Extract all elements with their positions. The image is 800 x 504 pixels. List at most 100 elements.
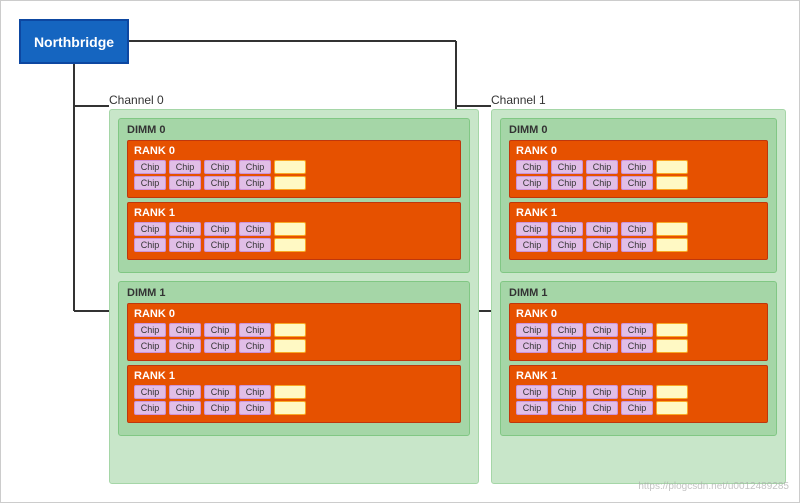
- channel1-dimm0-label: DIMM 0: [509, 124, 768, 136]
- chip: Chip: [169, 339, 201, 353]
- chip: Chip: [134, 339, 166, 353]
- channel1-dimm0: DIMM 0 RANK 0 Chip Chip Chip Chip Chip C…: [500, 118, 777, 273]
- northbridge-label: Northbridge: [34, 34, 114, 50]
- channel1-dimm1: DIMM 1 RANK 0 Chip Chip Chip Chip Chip C…: [500, 281, 777, 436]
- chip-yellow: [274, 238, 306, 252]
- chip-row: Chip Chip Chip Chip: [516, 222, 761, 236]
- chip: Chip: [586, 222, 618, 236]
- chip: Chip: [551, 323, 583, 337]
- channel0-dimm1-rank0: RANK 0 Chip Chip Chip Chip Chip Chip Chi…: [127, 303, 461, 361]
- chip: Chip: [621, 222, 653, 236]
- chip: Chip: [204, 222, 236, 236]
- chip: Chip: [516, 323, 548, 337]
- chip: Chip: [204, 323, 236, 337]
- channel1-label: Channel 1: [491, 93, 546, 107]
- chip: Chip: [621, 176, 653, 190]
- chip: Chip: [204, 339, 236, 353]
- chip-yellow: [274, 339, 306, 353]
- channel1-container: DIMM 0 RANK 0 Chip Chip Chip Chip Chip C…: [491, 109, 786, 484]
- chip: Chip: [551, 160, 583, 174]
- channel0-dimm0-rank0: RANK 0 Chip Chip Chip Chip Chip Chip Chi…: [127, 140, 461, 198]
- chip-row: Chip Chip Chip Chip: [134, 339, 454, 353]
- chip-row: Chip Chip Chip Chip: [134, 160, 454, 174]
- chip: Chip: [169, 176, 201, 190]
- channel0-container: DIMM 0 RANK 0 Chip Chip Chip Chip Chip C…: [109, 109, 479, 484]
- channel1-dimm1-rank0-label: RANK 0: [516, 308, 761, 320]
- chip-row: Chip Chip Chip Chip: [134, 176, 454, 190]
- channel0-label: Channel 0: [109, 93, 164, 107]
- chip: Chip: [239, 222, 271, 236]
- channel1-dimm0-rank0-label: RANK 0: [516, 145, 761, 157]
- chip: Chip: [586, 339, 618, 353]
- chip-yellow: [656, 385, 688, 399]
- main-container: Northbridge Channel 0 DIMM 0 RANK 0 Chip: [0, 0, 800, 503]
- chip: Chip: [239, 339, 271, 353]
- chip-yellow: [656, 401, 688, 415]
- channel0-dimm0-rank0-label: RANK 0: [134, 145, 454, 157]
- chip: Chip: [586, 323, 618, 337]
- chip: Chip: [516, 160, 548, 174]
- chip: Chip: [239, 238, 271, 252]
- chip: Chip: [134, 238, 166, 252]
- channel1-dimm0-rank1: RANK 1 Chip Chip Chip Chip Chip Chip Chi…: [509, 202, 768, 260]
- chip: Chip: [204, 176, 236, 190]
- chip: Chip: [204, 385, 236, 399]
- chip: Chip: [586, 176, 618, 190]
- chip: Chip: [134, 323, 166, 337]
- chip: Chip: [551, 385, 583, 399]
- chip: Chip: [551, 222, 583, 236]
- chip: Chip: [239, 323, 271, 337]
- chip-yellow: [274, 160, 306, 174]
- chip-row: Chip Chip Chip Chip: [516, 160, 761, 174]
- chip-yellow: [274, 222, 306, 236]
- chip: Chip: [621, 238, 653, 252]
- chip: Chip: [586, 238, 618, 252]
- chip: Chip: [621, 385, 653, 399]
- chip: Chip: [134, 160, 166, 174]
- chip: Chip: [621, 323, 653, 337]
- chip: Chip: [551, 238, 583, 252]
- channel1-dimm1-rank0: RANK 0 Chip Chip Chip Chip Chip Chip Chi…: [509, 303, 768, 361]
- chip: Chip: [551, 339, 583, 353]
- chip: Chip: [621, 401, 653, 415]
- chip: Chip: [204, 401, 236, 415]
- channel0-dimm1-rank0-label: RANK 0: [134, 308, 454, 320]
- channel0-dimm1-rank1-label: RANK 1: [134, 370, 454, 382]
- chip: Chip: [586, 401, 618, 415]
- chip: Chip: [204, 160, 236, 174]
- chip-row: Chip Chip Chip Chip: [134, 401, 454, 415]
- chip: Chip: [586, 160, 618, 174]
- chip: Chip: [134, 222, 166, 236]
- chip: Chip: [239, 385, 271, 399]
- channel0-dimm1: DIMM 1 RANK 0 Chip Chip Chip Chip Chip C…: [118, 281, 470, 436]
- chip-row: Chip Chip Chip Chip: [516, 385, 761, 399]
- chip: Chip: [134, 385, 166, 399]
- channel1-dimm1-label: DIMM 1: [509, 287, 768, 299]
- chip: Chip: [621, 339, 653, 353]
- chip-yellow: [656, 238, 688, 252]
- chip: Chip: [204, 238, 236, 252]
- chip: Chip: [169, 222, 201, 236]
- chip: Chip: [169, 385, 201, 399]
- chip: Chip: [516, 238, 548, 252]
- channel1-dimm0-rank1-label: RANK 1: [516, 207, 761, 219]
- chip: Chip: [551, 401, 583, 415]
- chip-yellow: [274, 401, 306, 415]
- chip: Chip: [134, 401, 166, 415]
- chip-yellow: [274, 385, 306, 399]
- channel0-dimm1-label: DIMM 1: [127, 287, 461, 299]
- chip-row: Chip Chip Chip Chip: [516, 176, 761, 190]
- channel1-dimm1-rank1: RANK 1 Chip Chip Chip Chip Chip Chip Chi…: [509, 365, 768, 423]
- northbridge-box: Northbridge: [19, 19, 129, 64]
- chip: Chip: [516, 339, 548, 353]
- chip-row: Chip Chip Chip Chip: [516, 323, 761, 337]
- chip: Chip: [239, 401, 271, 415]
- chip: Chip: [169, 401, 201, 415]
- chip: Chip: [516, 176, 548, 190]
- chip: Chip: [516, 401, 548, 415]
- chip-yellow: [656, 160, 688, 174]
- channel0-dimm0-rank1: RANK 1 Chip Chip Chip Chip Chip Chip Chi…: [127, 202, 461, 260]
- channel0-dimm1-rank1: RANK 1 Chip Chip Chip Chip Chip Chip Chi…: [127, 365, 461, 423]
- chip: Chip: [586, 385, 618, 399]
- chip-yellow: [656, 222, 688, 236]
